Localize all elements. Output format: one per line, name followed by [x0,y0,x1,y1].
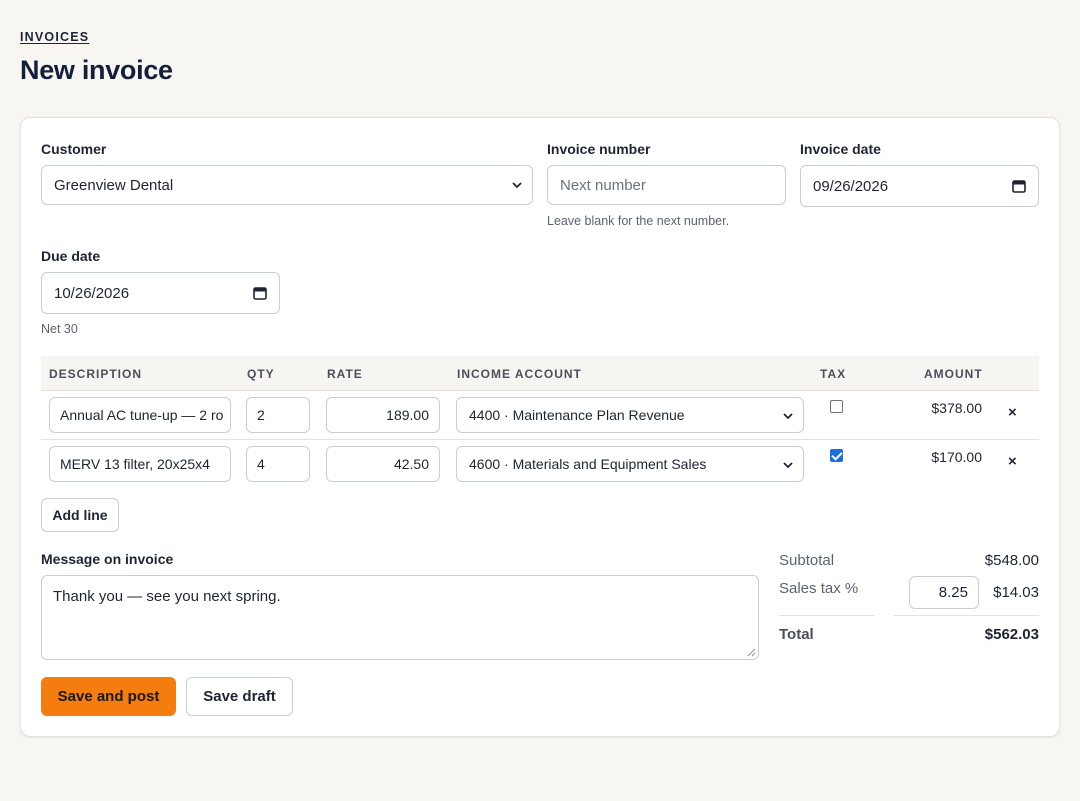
message-value: Thank you — see you next spring. [53,588,281,605]
due-date-label: Due date [41,248,101,264]
th-qty: QTY [247,367,275,381]
message-textarea[interactable]: Thank you — see you next spring. [41,575,759,660]
page-title: New invoice [20,55,173,85]
th-amount: AMOUNT [924,367,983,381]
due-date-hint: Net 30 [41,322,78,336]
total-label: Total [779,626,814,643]
save-draft-button[interactable]: Save draft [186,677,293,716]
line-description-input[interactable]: MERV 13 filter, 20x25x4 [49,446,231,482]
line-description-input[interactable]: Annual AC tune-up — 2 ro [49,397,231,433]
invoice-number-hint: Leave blank for the next number. [547,214,730,228]
due-date-value: 10/26/2026 [54,284,130,302]
th-rate: RATE [327,367,363,381]
customer-label: Customer [41,141,107,157]
line-rate-input[interactable]: 189.00 [326,397,440,433]
due-date-input[interactable]: 10/26/2026 [41,272,280,314]
invoice-number-placeholder: Next number [560,176,646,194]
chevron-down-icon [783,413,793,420]
th-income-account: INCOME ACCOUNT [457,367,582,381]
calendar-icon[interactable] [253,286,267,300]
line-tax-checkbox[interactable] [830,400,843,413]
invoice-form-card: Customer Greenview Dental Invoice number… [20,117,1060,737]
line-amount: $170.00 [931,449,982,465]
remove-line-icon[interactable]: × [1008,453,1017,470]
invoice-date-label: Invoice date [800,141,881,157]
remove-line-icon[interactable]: × [1008,404,1017,421]
resize-grip-icon[interactable] [747,648,756,657]
line-rate-input[interactable]: 42.50 [326,446,440,482]
add-line-button[interactable]: Add line [41,498,119,532]
total-value: $562.03 [984,626,1039,643]
income-account-value: 4600 · Materials and Equipment Sales [469,456,707,472]
summary-divider [893,615,1039,616]
summary-divider [779,615,875,616]
breadcrumb[interactable]: INVOICES [20,30,89,44]
row-divider [41,439,1039,440]
customer-value: Greenview Dental [54,176,174,194]
th-description: DESCRIPTION [49,367,143,381]
message-label: Message on invoice [41,551,174,567]
line-income-account-select[interactable]: 4600 · Materials and Equipment Sales [456,446,804,482]
save-and-post-button[interactable]: Save and post [41,677,176,716]
customer-select[interactable]: Greenview Dental [41,165,533,205]
invoice-date-value: 09/26/2026 [813,177,889,195]
invoice-date-input[interactable]: 09/26/2026 [800,165,1039,207]
line-qty-input[interactable]: 2 [246,397,310,433]
sales-tax-value: $14.03 [993,584,1039,601]
line-amount: $378.00 [931,400,982,416]
line-income-account-select[interactable]: 4400 · Maintenance Plan Revenue [456,397,804,433]
subtotal-label: Subtotal [779,552,835,569]
invoice-number-label: Invoice number [547,141,651,157]
subtotal-value: $548.00 [984,552,1039,569]
chevron-down-icon [512,182,522,189]
invoice-number-input[interactable]: Next number [547,165,786,205]
chevron-down-icon [783,462,793,469]
line-qty-input[interactable]: 4 [246,446,310,482]
th-tax: TAX [820,367,847,381]
line-items-header: DESCRIPTION QTY RATE INCOME ACCOUNT TAX … [41,356,1039,391]
line-tax-checkbox[interactable] [830,449,843,462]
calendar-icon[interactable] [1012,179,1026,193]
sales-tax-label: Sales tax % [779,580,859,597]
income-account-value: 4400 · Maintenance Plan Revenue [469,407,685,423]
